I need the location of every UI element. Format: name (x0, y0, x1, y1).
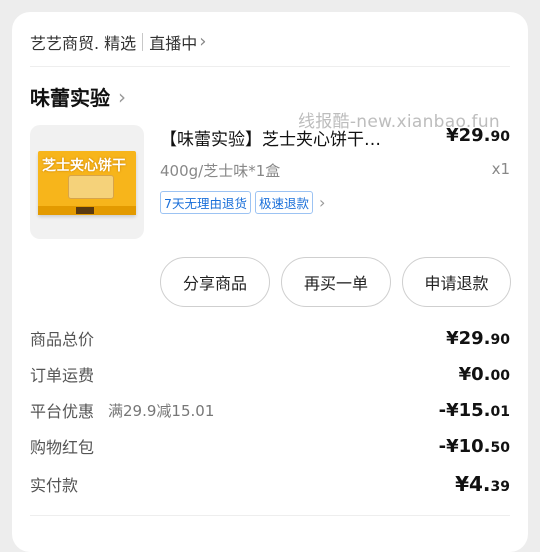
chevron-right-icon: › (318, 193, 326, 212)
red-packet-row: 购物红包 -¥10.50 (30, 434, 510, 458)
order-card: 艺艺商贸. 精选 直播中 › 味蕾实验 › 线报酷-new.xianbao.fu… (12, 12, 528, 552)
product-image[interactable]: 芝士夹心饼干 (30, 125, 144, 239)
total-price-row: 商品总价 ¥29.90 (30, 326, 510, 350)
platform-discount-label: 平台优惠 (30, 402, 95, 421)
tag-return: 7天无理由退货 (160, 191, 251, 214)
divider (142, 33, 144, 51)
red-packet-value: -¥10.50 (438, 435, 510, 457)
share-button[interactable]: 分享商品 (160, 257, 270, 307)
live-status[interactable]: 直播中 (149, 30, 197, 54)
paid-label: 实付款 (30, 476, 79, 495)
total-price-label: 商品总价 (30, 330, 95, 349)
paid-value: ¥4.39 (455, 472, 510, 496)
chevron-right-icon: › (199, 31, 207, 52)
total-price-value: ¥29.90 (446, 327, 510, 349)
product-name[interactable]: 【味蕾实验】芝士夹心饼干… (160, 125, 422, 150)
refund-button[interactable]: 申请退款 (402, 257, 511, 307)
shipping-value: ¥0.00 (458, 363, 510, 385)
product-box-art: 芝士夹心饼干 (38, 151, 136, 215)
product-quantity: x1 (491, 160, 510, 178)
product-spec: 400g/芝士味*1盒 (160, 162, 281, 180)
store-header[interactable]: 艺艺商贸. 精选 直播中 › (30, 28, 206, 56)
shipping-row: 订单运费 ¥0.00 (30, 362, 510, 386)
service-tags[interactable]: 7天无理由退货 极速退款 › (160, 191, 325, 214)
brand-mark (76, 207, 94, 214)
shipping-label: 订单运费 (30, 366, 95, 385)
chevron-right-icon: › (118, 84, 126, 109)
rebuy-button[interactable]: 再买一单 (281, 257, 391, 307)
platform-discount-value: -¥15.01 (438, 399, 510, 421)
divider (30, 515, 510, 516)
product-image-text: 芝士夹心饼干 (42, 158, 126, 174)
platform-discount-note: 满29.9减15.01 (108, 401, 215, 420)
product-price: ¥29.90 (446, 125, 510, 146)
store-name[interactable]: 艺艺商贸. 精选 (30, 30, 136, 54)
shop-link[interactable]: 味蕾实验 › (30, 82, 126, 111)
red-packet-label: 购物红包 (30, 438, 95, 457)
paid-row: 实付款 ¥4.39 (30, 472, 510, 496)
biscuit-shape (68, 175, 114, 199)
platform-discount-row: 平台优惠 满29.9减15.01 -¥15.01 (30, 398, 510, 422)
divider (30, 66, 510, 67)
shop-name[interactable]: 味蕾实验 (30, 82, 110, 111)
tag-refund: 极速退款 (254, 191, 313, 214)
